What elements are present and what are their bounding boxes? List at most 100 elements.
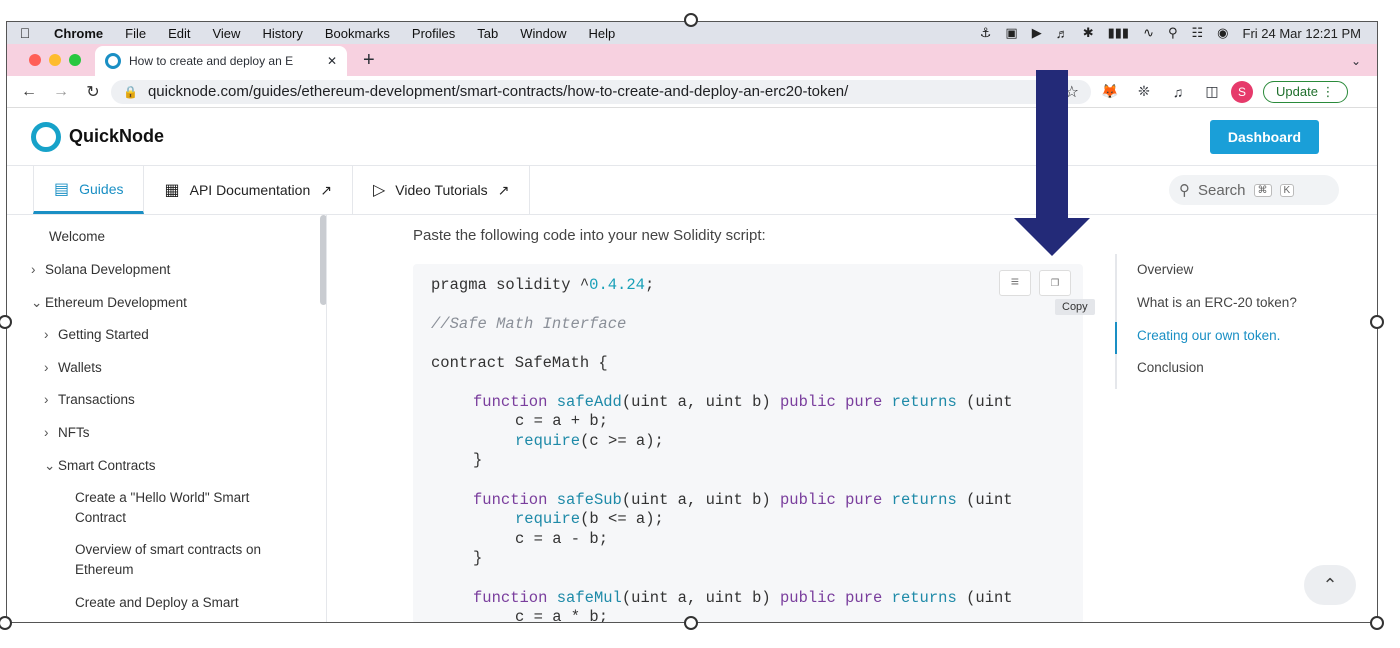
code-block[interactable]: ≡ ❐ pragma solidity ^0.4.24; //Safe Math… [413, 264, 1083, 623]
sidebar-item-ethereum[interactable]: ⌄ Ethereum Development [31, 293, 187, 313]
sidebar-item-label: Create a "Hello World" Smart [75, 490, 250, 505]
menu-tab[interactable]: Tab [466, 26, 509, 41]
volume-icon[interactable]: ♬ [1056, 26, 1069, 41]
sidebar-item-solana[interactable]: › Solana Development [31, 260, 170, 280]
resize-handle-bottom-right[interactable] [1370, 616, 1384, 630]
quicknode-logo[interactable]: QuickNode [31, 121, 164, 152]
sidebar-item-smart-contracts[interactable]: ⌄ Smart Contracts [44, 456, 156, 476]
copy-code-button[interactable]: ❐ [1039, 270, 1071, 296]
wrap-icon: ≡ [1010, 275, 1020, 291]
siri-icon[interactable]: ◉ [1217, 25, 1228, 41]
forward-button[interactable]: → [47, 83, 75, 101]
dashboard-button[interactable]: Dashboard [1209, 119, 1319, 154]
side-panel-icon[interactable]: ◫ [1197, 83, 1227, 100]
spotlight-icon[interactable]: ⚲ [1168, 25, 1178, 41]
back-to-top-button[interactable]: ⌃ [1304, 565, 1356, 605]
intro-text: Paste the following code into your new S… [413, 227, 766, 244]
vectorworks-icon[interactable]: ▣ [1005, 25, 1017, 41]
menu-edit[interactable]: Edit [157, 26, 201, 41]
sidebar-scrollbar[interactable] [320, 215, 326, 305]
zoom-window-button[interactable] [69, 54, 81, 66]
guides-icon: ▤ [54, 180, 70, 198]
menu-file[interactable]: File [114, 26, 157, 41]
copy-icon: ❐ [1050, 275, 1060, 291]
annotation-arrow-icon [1014, 70, 1090, 256]
site-header: QuickNode Dashboard [7, 108, 1377, 166]
window-controls [7, 54, 95, 76]
sidebar-item-getting-started[interactable]: › Getting Started [44, 325, 149, 345]
tab-video-tutorials[interactable]: ▷ Video Tutorials ↗ [353, 166, 531, 214]
sidebar-item-wallets[interactable]: › Wallets [44, 358, 102, 378]
new-tab-button[interactable]: + [347, 49, 391, 76]
resize-handle-bottom-left[interactable] [0, 616, 12, 630]
chevron-right-icon: › [44, 360, 49, 375]
bluetooth-icon[interactable]: ✱ [1083, 25, 1094, 41]
url-text[interactable]: quicknode.com/guides/ethereum-developmen… [148, 83, 848, 100]
battery-icon[interactable]: ▮▮▮ [1108, 25, 1129, 41]
browser-toolbar: ← → ↻ 🔒 quicknode.com/guides/ethereum-de… [7, 76, 1377, 108]
sidebar-item-hello-world[interactable]: Create a "Hello World" Smart [75, 488, 249, 508]
lock-icon[interactable]: 🔒 [123, 85, 138, 99]
toc-item-creating-token[interactable]: Creating our own token. [1137, 328, 1280, 343]
wrap-lines-button[interactable]: ≡ [999, 270, 1031, 296]
close-tab-icon[interactable]: ✕ [327, 54, 337, 68]
copy-tooltip: Copy [1055, 299, 1095, 315]
resize-handle-mid-right[interactable] [1370, 315, 1384, 329]
kbd-cmd: ⌘ [1253, 183, 1272, 197]
back-button[interactable]: ← [15, 83, 43, 101]
sidebar-item-create-deploy[interactable]: Create and Deploy a Smart [75, 593, 239, 613]
tab-api-documentation[interactable]: ▦ API Documentation ↗ [144, 166, 353, 214]
browser-tab-active[interactable]: How to create and deploy an E ✕ [95, 46, 347, 76]
site-search-box[interactable]: ⚲ Search ⌘ K [1169, 175, 1339, 205]
address-bar[interactable]: 🔒 quicknode.com/guides/ethereum-developm… [111, 79, 1091, 104]
wifi-icon[interactable]: ∿ [1143, 25, 1154, 41]
update-label: Update [1276, 83, 1318, 99]
menu-help[interactable]: Help [578, 26, 627, 41]
sidebar-item-welcome[interactable]: Welcome [49, 227, 105, 247]
docker-icon[interactable]: ⚓ [980, 25, 992, 41]
play-icon[interactable]: ▶ [1032, 25, 1042, 41]
tab-guides[interactable]: ▤ Guides [33, 166, 145, 214]
toc-item-conclusion[interactable]: Conclusion [1137, 360, 1204, 375]
search-icon: ⚲ [1179, 182, 1190, 199]
sidebar-item-hello-world-cont[interactable]: Contract [75, 508, 126, 528]
extensions-puzzle-icon[interactable]: ❊ [1129, 83, 1159, 100]
menu-bookmarks[interactable]: Bookmarks [314, 26, 401, 41]
sidebar-item-transactions[interactable]: › Transactions [44, 390, 135, 410]
close-window-button[interactable] [29, 54, 41, 66]
code-line-safemul: function safeMul(uint a, uint b) public … [473, 589, 1013, 607]
tab-search-chevron-icon[interactable]: ⌄ [1333, 54, 1377, 76]
metamask-extension-icon[interactable]: 🦊 [1095, 83, 1125, 100]
code-line-mul-body: c = a * b; [515, 608, 609, 623]
sidebar-item-nfts[interactable]: › NFTs [44, 423, 90, 443]
tab-title: How to create and deploy an E [129, 54, 294, 68]
chevron-down-icon: ⌄ [31, 295, 43, 310]
external-link-icon: ↗ [497, 181, 510, 198]
reload-button[interactable]: ↻ [79, 82, 107, 102]
tab-video-label: Video Tutorials [395, 182, 488, 198]
toc-item-what-is-erc20[interactable]: What is an ERC-20 token? [1137, 295, 1297, 310]
media-controls-icon[interactable]: ♫ [1163, 84, 1193, 100]
sidebar-item-label: Welcome [49, 229, 106, 244]
apple-icon[interactable]:  [7, 25, 43, 41]
toc-active-indicator [1115, 322, 1117, 354]
resize-handle-top-center[interactable] [684, 13, 698, 27]
menu-window[interactable]: Window [509, 26, 577, 41]
resize-handle-bottom-center[interactable] [684, 616, 698, 630]
profile-avatar[interactable]: S [1231, 80, 1253, 103]
minimize-window-button[interactable] [49, 54, 61, 66]
menu-chrome[interactable]: Chrome [43, 26, 114, 41]
menu-history[interactable]: History [251, 26, 313, 41]
code-line-contract: contract SafeMath { [431, 354, 608, 372]
menubar-clock[interactable]: Fri 24 Mar 12:21 PM [1243, 26, 1362, 41]
sidebar-item-overview-smart-contracts[interactable]: Overview of smart contracts on [75, 540, 261, 560]
code-line-sub-body: c = a - b; [515, 530, 609, 548]
toc-item-overview[interactable]: Overview [1137, 262, 1193, 277]
menu-profiles[interactable]: Profiles [401, 26, 466, 41]
menu-view[interactable]: View [201, 26, 251, 41]
control-center-icon[interactable]: ☷ [1192, 25, 1204, 41]
update-button[interactable]: Update ⋮ [1263, 80, 1348, 103]
code-line-pragma: pragma solidity ^0.4.24; [431, 276, 655, 294]
section-nav: ▤ Guides ▦ API Documentation ↗ ▷ Video T… [7, 166, 1377, 215]
sidebar-item-overview-smart-contracts-cont[interactable]: Ethereum [75, 560, 134, 580]
